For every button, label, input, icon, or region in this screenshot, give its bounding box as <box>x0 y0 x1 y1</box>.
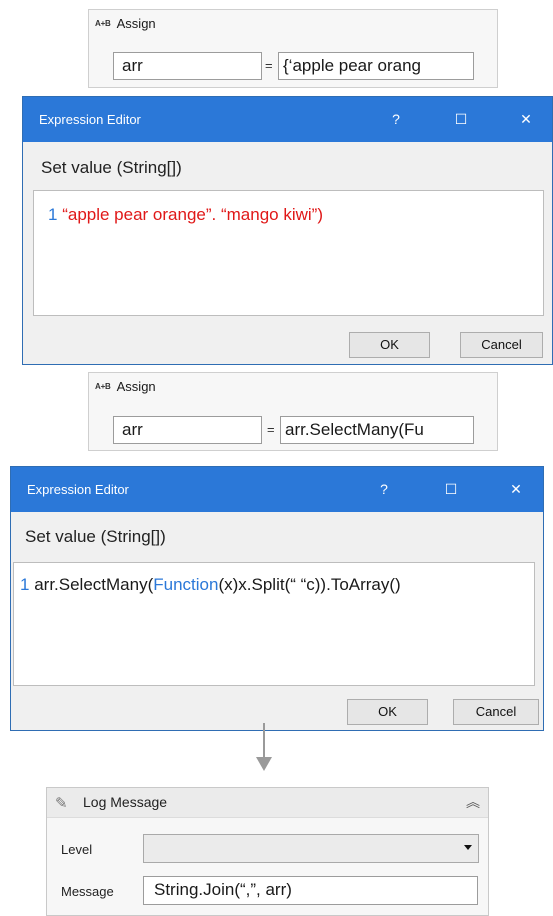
line-number: 1 <box>48 205 58 224</box>
log-message-activity[interactable]: ✎ Log Message ︽ Level Message String.Joi… <box>46 787 489 916</box>
expression-editor-dialog-1: Expression Editor ? ☐ ✕ Set value (Strin… <box>22 96 553 365</box>
code-editor[interactable]: 1 “apple pear orange”. “mango kiwi”) <box>33 190 544 316</box>
line-number: 1 <box>20 575 30 594</box>
cancel-button[interactable]: Cancel <box>460 332 543 358</box>
dialog-title-bar: Expression Editor ? ☐ ✕ <box>11 467 543 512</box>
cancel-button[interactable]: Cancel <box>453 699 539 725</box>
assign-title: Assign <box>116 378 156 394</box>
collapse-icon[interactable]: ︽ <box>466 792 480 812</box>
close-icon[interactable]: ✕ <box>509 97 543 142</box>
help-icon[interactable]: ? <box>367 467 401 512</box>
log-message-header: ✎ Log Message ︽ <box>47 788 488 818</box>
dialog-subtitle: Set value (String[]) <box>41 158 182 177</box>
dialog-title: Expression Editor <box>27 482 129 497</box>
assign-icon: A+B <box>95 18 111 28</box>
dialog-title: Expression Editor <box>39 112 141 127</box>
ok-button[interactable]: OK <box>347 699 428 725</box>
flow-connector <box>263 723 265 761</box>
expression-editor-dialog-2: Expression Editor ? ☐ ✕ Set value (Strin… <box>10 466 544 731</box>
log-message-title: Log Message <box>83 794 168 810</box>
maximize-icon[interactable]: ☐ <box>434 467 468 512</box>
assign-activity-2[interactable]: A+B Assign arr = arr.SelectMany(Fu <box>88 372 498 451</box>
code-part-2: (x)x.Split(“ “c)).ToArray() <box>218 575 401 594</box>
assign-to-field[interactable]: arr <box>113 52 262 80</box>
level-dropdown[interactable] <box>143 834 479 863</box>
assign-activity-header: A+B Assign <box>95 10 156 36</box>
level-label: Level <box>61 842 93 857</box>
maximize-icon[interactable]: ☐ <box>444 97 478 142</box>
assign-value-field[interactable]: {‘apple pear orang <box>278 52 474 80</box>
code-keyword: Function <box>153 575 219 594</box>
assign-value-field[interactable]: arr.SelectMany(Fu <box>280 416 474 444</box>
dialog-subtitle: Set value (String[]) <box>25 527 166 546</box>
code-editor[interactable]: 1 arr.SelectMany(Function(x)x.Split(“ “c… <box>13 562 535 686</box>
ok-button[interactable]: OK <box>349 332 430 358</box>
equals-sign: = <box>267 422 275 437</box>
assign-title: Assign <box>116 15 156 31</box>
log-pencil-icon: ✎ <box>55 795 68 812</box>
assign-icon: A+B <box>95 381 111 391</box>
help-icon[interactable]: ? <box>379 97 413 142</box>
assign-to-field[interactable]: arr <box>113 416 262 444</box>
message-label: Message <box>61 884 114 899</box>
message-field[interactable]: String.Join(“,”, arr) <box>143 876 478 905</box>
equals-sign: = <box>265 58 273 73</box>
chevron-down-icon <box>464 845 472 850</box>
flow-arrow-icon <box>256 757 272 771</box>
code-part-1: arr.SelectMany( <box>34 575 154 594</box>
assign-activity-1[interactable]: A+B Assign arr = {‘apple pear orang <box>88 9 498 88</box>
close-icon[interactable]: ✕ <box>499 467 533 512</box>
assign-activity-header: A+B Assign <box>95 373 156 399</box>
dialog-title-bar: Expression Editor ? ☐ ✕ <box>23 97 552 142</box>
code-line: “apple pear orange”. “mango kiwi”) <box>62 205 323 224</box>
